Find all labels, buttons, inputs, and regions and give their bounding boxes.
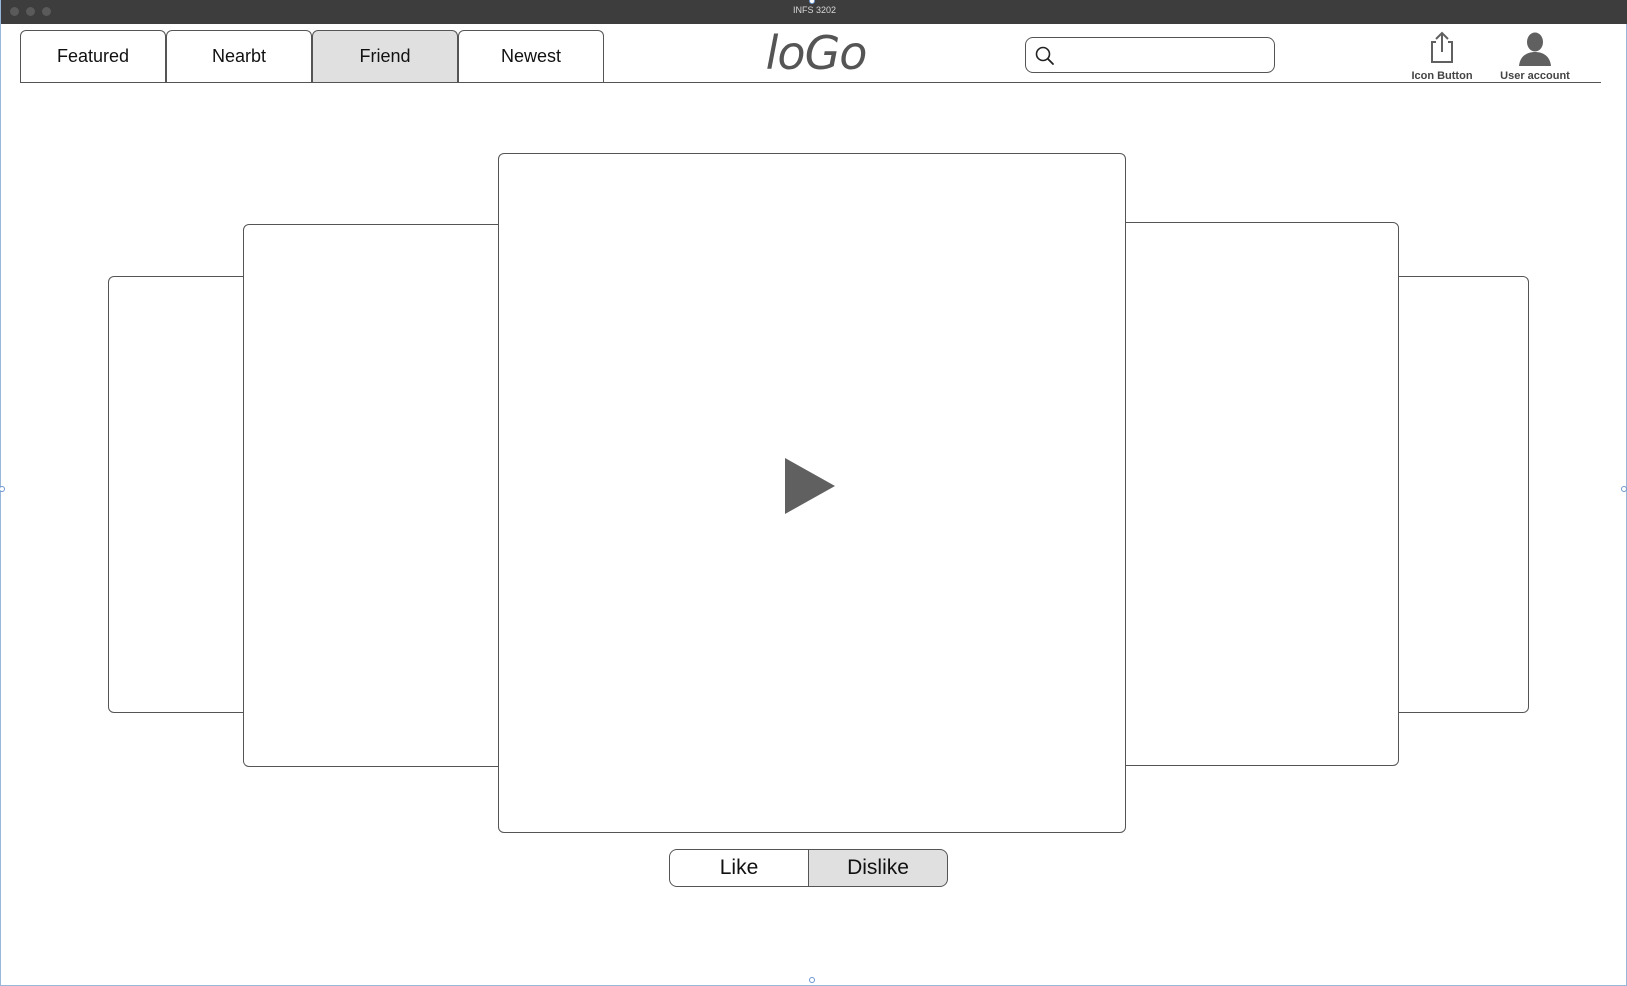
carousel-card-right[interactable] (1101, 222, 1399, 766)
carousel-card-left[interactable] (243, 224, 513, 767)
app-window: INFS 3202 Featured Nearbt Friend Newest … (0, 0, 1627, 986)
user-account-button[interactable]: User account (1480, 30, 1590, 82)
share-upload-icon (1431, 31, 1453, 63)
tab-featured[interactable]: Featured (20, 30, 166, 82)
tab-nearbt[interactable]: Nearbt (166, 30, 312, 82)
tab-friend[interactable]: Friend (312, 30, 458, 82)
play-icon[interactable] (783, 456, 839, 516)
dislike-button[interactable]: Dislike (808, 849, 948, 887)
search-icon (1035, 46, 1054, 65)
user-account-label: User account (1500, 70, 1570, 82)
carousel-card-far-left[interactable] (108, 276, 258, 713)
like-button[interactable]: Like (669, 849, 809, 887)
search-input[interactable] (1062, 42, 1266, 70)
resize-handle-right[interactable] (1621, 486, 1627, 492)
resize-handle-left[interactable] (0, 486, 5, 492)
window-titlebar[interactable]: INFS 3202 (1, 0, 1627, 24)
window-title: INFS 3202 (792, 5, 837, 15)
logo: loGo (765, 26, 868, 80)
search-field[interactable] (1025, 37, 1275, 73)
tab-newest[interactable]: Newest (458, 30, 604, 82)
header-divider (20, 82, 1601, 83)
user-silhouette-icon (1519, 32, 1551, 66)
resize-handle-bottom[interactable] (809, 977, 815, 983)
